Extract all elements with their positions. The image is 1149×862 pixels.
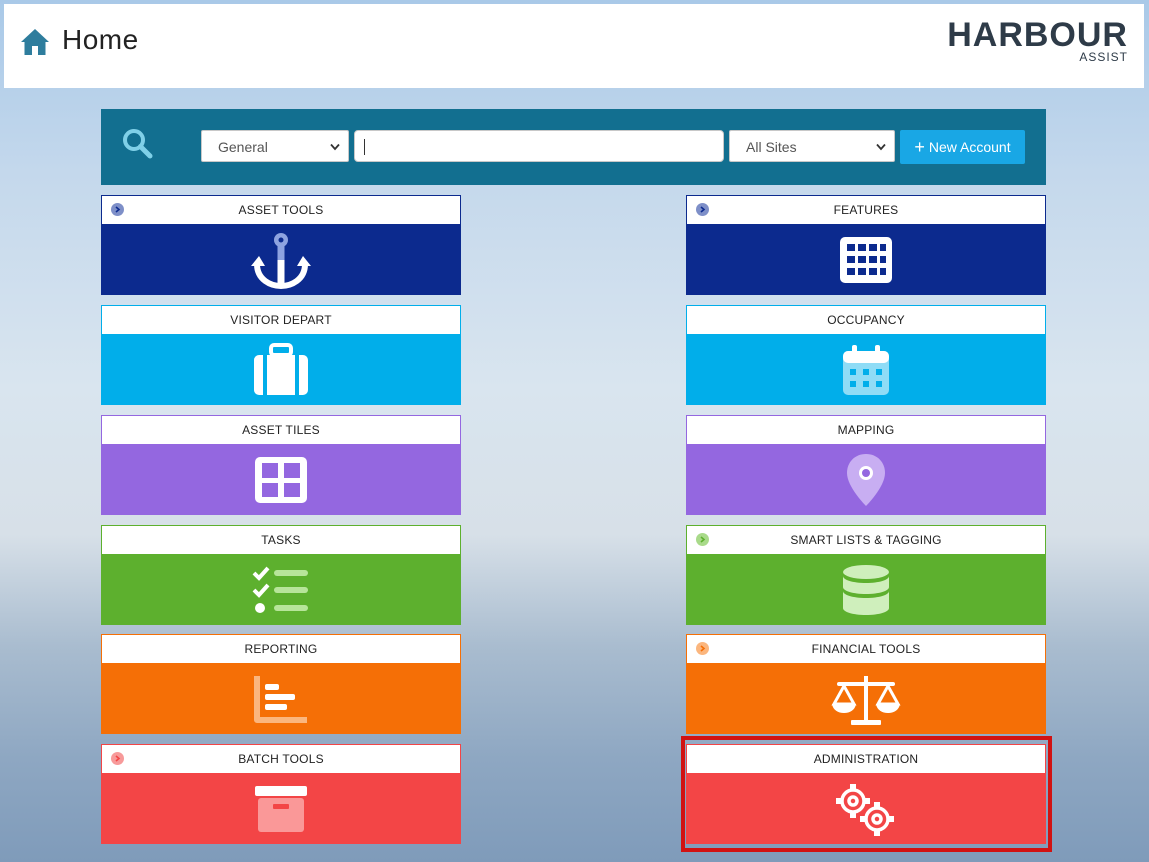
- new-account-button[interactable]: + New Account: [900, 130, 1025, 164]
- tile-body: [686, 444, 1046, 515]
- tile-label: BATCH TOOLS: [238, 752, 324, 766]
- tile-header: TASKS: [101, 525, 461, 554]
- tile-smart-lists-tagging[interactable]: SMART LISTS & TAGGING: [686, 525, 1046, 625]
- search-input[interactable]: [354, 130, 724, 162]
- tile-features[interactable]: FEATURES: [686, 195, 1046, 295]
- administration-highlight-box: [681, 736, 1052, 852]
- tile-visitor-depart[interactable]: VISITOR DEPART: [101, 305, 461, 405]
- tile-asset-tools[interactable]: ASSET TOOLS: [101, 195, 461, 295]
- plus-icon: +: [914, 137, 925, 157]
- expand-arrow-icon[interactable]: [111, 203, 124, 216]
- site-select[interactable]: All Sites: [729, 130, 895, 162]
- tile-body: [686, 224, 1046, 295]
- archive-box-icon: [255, 785, 307, 832]
- expand-arrow-icon[interactable]: [111, 752, 124, 765]
- top-header: Home HARBOUR ASSIST: [4, 4, 1144, 88]
- chevron-down-icon: [876, 143, 886, 151]
- tile-body: [101, 554, 461, 625]
- database-icon: [843, 564, 889, 615]
- calendar-icon: [843, 344, 889, 395]
- grid-icon: [840, 236, 892, 283]
- page-title: Home: [62, 24, 139, 55]
- tile-header: MAPPING: [686, 415, 1046, 444]
- map-pin-icon: [847, 453, 885, 506]
- tile-header: FEATURES: [686, 195, 1046, 224]
- tile-financial-tools[interactable]: FINANCIAL TOOLS: [686, 634, 1046, 734]
- tile-label: REPORTING: [244, 642, 318, 656]
- tile-label: ASSET TOOLS: [238, 203, 324, 217]
- tile-header: SMART LISTS & TAGGING: [686, 525, 1046, 554]
- tile-header: BATCH TOOLS: [101, 744, 461, 773]
- tile-header: ASSET TILES: [101, 415, 461, 444]
- expand-arrow-icon[interactable]: [696, 203, 709, 216]
- tile-label: SMART LISTS & TAGGING: [790, 533, 942, 547]
- tile-label: OCCUPANCY: [827, 313, 905, 327]
- tile-label: FINANCIAL TOOLS: [811, 642, 921, 656]
- home-icon[interactable]: [18, 25, 52, 59]
- tile-header: OCCUPANCY: [686, 305, 1046, 334]
- suitcase-icon: [254, 342, 308, 395]
- scales-icon: [831, 675, 901, 725]
- tile-label: ASSET TILES: [242, 423, 320, 437]
- anchor-icon: [251, 232, 311, 289]
- text-caret: [364, 139, 365, 155]
- tile-batch-tools[interactable]: BATCH TOOLS: [101, 744, 461, 844]
- tile-header: ASSET TOOLS: [101, 195, 461, 224]
- tile-reporting[interactable]: REPORTING: [101, 634, 461, 734]
- search-icon[interactable]: [121, 127, 153, 159]
- search-bar: General All Sites + New Account: [101, 109, 1046, 185]
- site-select-value: All Sites: [746, 139, 797, 155]
- harbour-assist-logo: HARBOUR ASSIST: [947, 18, 1128, 64]
- task-list-icon: [252, 566, 308, 613]
- expand-arrow-icon[interactable]: [696, 533, 709, 546]
- tile-header: FINANCIAL TOOLS: [686, 634, 1046, 663]
- bar-report-icon: [254, 675, 307, 723]
- tile-occupancy[interactable]: OCCUPANCY: [686, 305, 1046, 405]
- tile-header: VISITOR DEPART: [101, 305, 461, 334]
- tile-asset-tiles[interactable]: ASSET TILES: [101, 415, 461, 515]
- tile-header: REPORTING: [101, 634, 461, 663]
- tile-label: VISITOR DEPART: [230, 313, 332, 327]
- tile-body: [101, 773, 461, 844]
- tile-tasks[interactable]: TASKS: [101, 525, 461, 625]
- tile-body: [101, 444, 461, 515]
- tiles-icon: [255, 456, 307, 503]
- new-account-label: New Account: [928, 139, 1011, 155]
- logo-main-text: HARBOUR: [947, 16, 1128, 54]
- tile-mapping[interactable]: MAPPING: [686, 415, 1046, 515]
- tile-body: [101, 224, 461, 295]
- category-select-value: General: [218, 139, 268, 155]
- expand-arrow-icon[interactable]: [696, 642, 709, 655]
- tile-body: [101, 334, 461, 405]
- tile-body: [686, 663, 1046, 734]
- chevron-down-icon: [330, 143, 340, 151]
- tile-body: [686, 554, 1046, 625]
- tile-body: [686, 334, 1046, 405]
- tile-body: [101, 663, 461, 734]
- tile-label: FEATURES: [833, 203, 899, 217]
- tile-label: MAPPING: [837, 423, 895, 437]
- category-select[interactable]: General: [201, 130, 349, 162]
- tile-label: TASKS: [261, 533, 301, 547]
